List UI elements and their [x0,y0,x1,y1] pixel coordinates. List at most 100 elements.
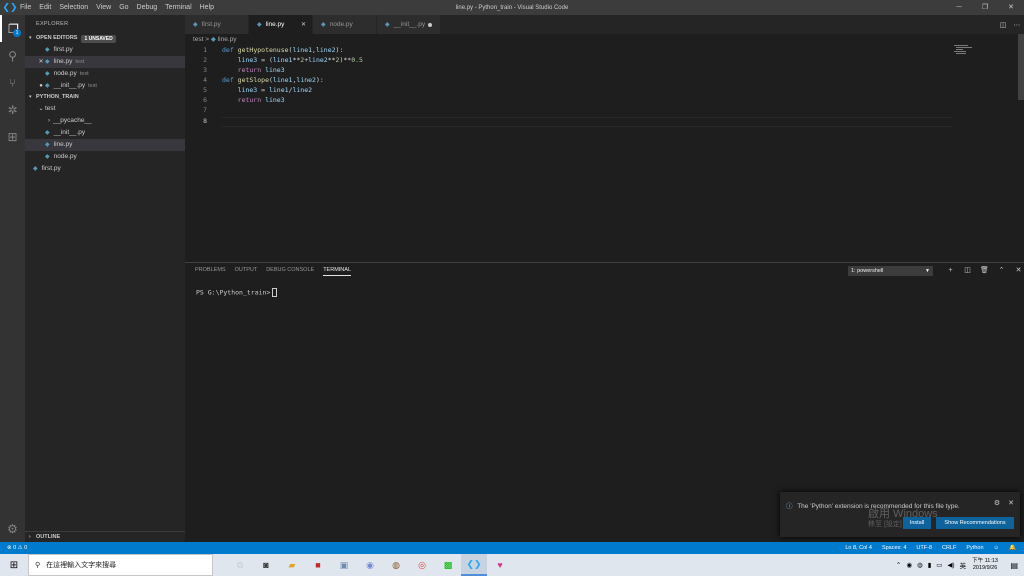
tab-output[interactable]: OUTPUT [235,267,258,276]
extensions-icon[interactable]: ⊞ [0,123,25,150]
unsaved-dot-icon [428,22,432,27]
menu-edit[interactable]: Edit [39,4,51,11]
task-view-icon[interactable]: ⧉ [227,554,253,576]
tree-file[interactable]: ◆ node.py [25,151,185,163]
python-file-icon: ◆ [193,22,198,28]
cursor-position[interactable]: Ln 8, Col 4 [845,545,872,551]
smiley-icon[interactable]: ☺ [994,545,1000,551]
indentation[interactable]: Spaces: 4 [882,545,906,551]
tab-terminal[interactable]: TERMINAL [323,267,351,276]
chevron-down-icon: ▼ [925,268,930,274]
bell-icon[interactable]: 🔔 [1009,545,1016,551]
close-panel-icon[interactable]: ✕ [1010,266,1024,276]
tree-file[interactable]: ◆ first.py [25,163,185,175]
maximize-panel-icon[interactable]: ⌃ [993,266,1010,276]
app-icon[interactable]: ▣ [331,554,357,576]
unsaved-count-badge: 1 [13,29,21,37]
close-icon[interactable]: ✕ [37,56,45,68]
tab-line-py[interactable]: ◆ line.py ✕ [249,15,313,34]
info-icon: ⓘ [786,503,793,510]
app-icon[interactable]: ♥ [487,554,513,576]
line-icon[interactable]: ▩ [435,554,461,576]
app-icon[interactable]: ◙ [253,554,279,576]
unsaved-dot-icon: ● [39,83,43,89]
explorer-icon[interactable]: ❐ 1 [0,15,25,42]
file-explorer-icon[interactable]: ▰ [279,554,305,576]
tree-folder-pycache[interactable]: › __pycache__ [25,115,185,127]
volume-icon[interactable]: ◀) [947,561,954,569]
language-mode[interactable]: Python [966,545,983,551]
app-icon[interactable]: ◍ [383,554,409,576]
new-terminal-icon[interactable]: + [942,266,959,276]
python-file-icon: ◆ [210,36,216,43]
install-button[interactable]: Install [903,517,931,529]
breadcrumb-folder[interactable]: test [193,36,203,43]
tree-folder-test[interactable]: ⌄ test [25,103,185,115]
menu-selection[interactable]: Selection [59,4,88,11]
open-editor-item[interactable]: ● ◆ __init__.py test [25,80,185,92]
tree-file[interactable]: ◆ line.py [25,139,185,151]
menu-help[interactable]: Help [200,4,214,11]
tray-app-icon[interactable]: ◍ [917,561,923,569]
split-terminal-icon[interactable]: ◫ [959,266,976,276]
ime-indicator[interactable]: 英 [960,560,967,570]
folder-section[interactable]: ▾ PYTHON_TRAIN [25,92,185,103]
menu-terminal[interactable]: Terminal [165,4,191,11]
debug-icon[interactable]: ✲ [0,96,25,123]
show-recommendations-button[interactable]: Show Recommendations [936,517,1014,529]
problems-count[interactable]: ⊗ 0 ⚠ 0 [0,545,27,551]
action-center-icon[interactable]: ▤ [1010,561,1018,570]
source-control-icon[interactable]: ⑂ [0,69,25,96]
taskbar-search[interactable]: ⚲ 在這裡輸入文字來搜尋 [28,554,213,576]
close-icon[interactable]: ✕ [301,21,306,28]
windows-start-icon[interactable]: ⊞ [0,560,28,571]
code-line: def getSlope(line1,line2): [222,76,324,84]
more-actions-icon[interactable]: ⋯ [1010,21,1024,29]
terminal-prompt[interactable]: PS G:\Python_train> [196,288,278,297]
vscode-icon[interactable]: ❮❯ [461,554,487,576]
open-editor-item[interactable]: ◆ first.py [25,44,185,56]
open-editor-item[interactable]: ✕ ◆ line.py test [25,56,185,68]
tab-problems[interactable]: PROBLEMS [195,267,226,276]
outline-section[interactable]: › OUTLINE [25,531,185,542]
search-icon[interactable]: ⚲ [0,42,25,69]
tab-first-py[interactable]: ◆ first.py [185,15,249,34]
menu-go[interactable]: Go [119,4,128,11]
network-icon[interactable]: ▭ [936,561,942,569]
code-editor[interactable]: 1 2 3 4 5 6 7 8 def getHypotenuse(line1,… [185,46,945,256]
menu-file[interactable]: File [20,4,31,11]
chrome-icon[interactable]: ◎ [409,554,435,576]
breadcrumb-file[interactable]: line.py [218,36,237,43]
gear-icon[interactable]: ⚙ [994,500,1000,507]
close-icon[interactable]: ✕ [1008,500,1014,507]
tab-node-py[interactable]: ◆ node.py [313,15,377,34]
minimap[interactable] [952,44,982,56]
explorer-header: EXPLORER [36,21,69,27]
tray-app-icon[interactable]: ◉ [906,561,912,569]
tray-app-icon[interactable]: ▮ [928,561,932,569]
code-line: line3 = line1/line2 [237,86,313,94]
tab-debug-console[interactable]: DEBUG CONSOLE [266,267,314,276]
system-tray: ⌃ ◉ ◍ ▮ ▭ ◀) 英 下午 11:13 2019/9/26 [891,558,998,572]
tree-file[interactable]: ◆ __init__.py [25,127,185,139]
clock[interactable]: 下午 11:13 2019/9/26 [972,558,998,572]
end-of-line[interactable]: CRLF [942,545,956,551]
chevron-up-icon[interactable]: ⌃ [896,561,901,569]
discord-icon[interactable]: ◉ [357,554,383,576]
trash-icon[interactable]: 🗑 [976,266,993,276]
editor-scrollbar[interactable] [1018,34,1024,100]
terminal-select[interactable]: 1: powershell ▼ [848,266,933,276]
encoding[interactable]: UTF-8 [916,545,932,551]
tab-init-py[interactable]: ◆ __init__.py [377,15,441,34]
open-editors-section[interactable]: ▾ OPEN EDITORS 1 UNSAVED [25,33,185,44]
close-icon[interactable]: ✕ [998,0,1024,15]
restore-icon[interactable]: ❐ [972,0,998,15]
menu-bar: File Edit Selection View Go Debug Terminal Help [20,4,222,11]
app-icon[interactable]: ■ [305,554,331,576]
split-editor-icon[interactable]: ◫ [996,21,1010,29]
open-editor-item[interactable]: ◆ node.py test [25,68,185,80]
minimize-icon[interactable]: ─ [946,0,972,15]
menu-view[interactable]: View [96,4,111,11]
settings-gear-icon[interactable]: ⚙ [0,515,25,542]
menu-debug[interactable]: Debug [137,4,158,11]
